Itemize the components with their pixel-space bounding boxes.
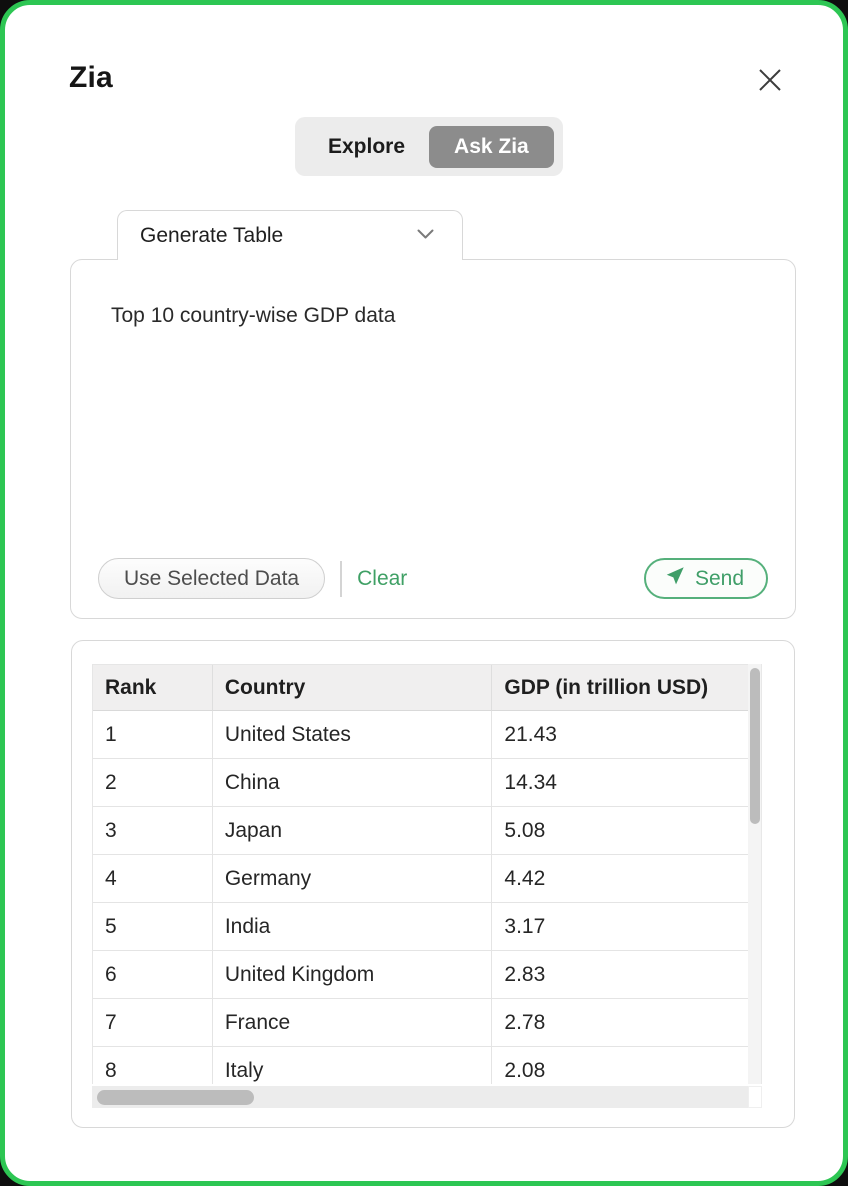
table-cell: 2.78 — [492, 999, 748, 1047]
result-table: Rank Country GDP (in trillion USD) 1Unit… — [92, 664, 762, 1111]
close-button[interactable] — [753, 65, 787, 99]
table-cell: France — [213, 999, 493, 1047]
table-cell: 5 — [93, 903, 213, 951]
horizontal-scrollbar-thumb[interactable] — [97, 1090, 254, 1105]
send-button[interactable]: Send — [644, 558, 768, 599]
table-cell: 2.83 — [492, 951, 748, 999]
chevron-down-icon — [417, 227, 434, 245]
table-cell: 14.34 — [492, 759, 748, 807]
table-cell: 2 — [93, 759, 213, 807]
table-cell: 8 — [93, 1047, 213, 1084]
table-cell: Italy — [213, 1047, 493, 1084]
table-row: 3Japan5.08 — [93, 807, 748, 855]
table-header-row: Rank Country GDP (in trillion USD) — [93, 665, 748, 711]
table-row: 6United Kingdom2.83 — [93, 951, 748, 999]
table-scroll-area: Rank Country GDP (in trillion USD) 1Unit… — [92, 664, 748, 1084]
table-cell: 4.42 — [492, 855, 748, 903]
actions-divider — [340, 561, 342, 597]
use-selected-data-button[interactable]: Use Selected Data — [98, 558, 325, 599]
result-table-card: Rank Country GDP (in trillion USD) 1Unit… — [71, 640, 795, 1128]
table-cell: China — [213, 759, 493, 807]
table-row: 1United States21.43 — [93, 711, 748, 759]
mode-dropdown[interactable]: Generate Table — [117, 210, 463, 260]
table-cell: 21.43 — [492, 711, 748, 759]
table-cell: 5.08 — [492, 807, 748, 855]
table-header-rank: Rank — [93, 665, 213, 711]
table-row: 5India3.17 — [93, 903, 748, 951]
vertical-scrollbar[interactable] — [748, 664, 762, 1084]
close-icon — [755, 65, 785, 100]
table-cell: 2.08 — [492, 1047, 748, 1084]
scrollbar-corner — [748, 1086, 762, 1108]
table-row: 4Germany4.42 — [93, 855, 748, 903]
table-header-country: Country — [213, 665, 493, 711]
table-cell: Japan — [213, 807, 493, 855]
table-header-gdp: GDP (in trillion USD) — [492, 665, 748, 711]
prompt-actions: Use Selected Data Clear Send — [98, 558, 768, 599]
send-icon — [664, 565, 686, 593]
table-body: 1United States21.432China14.343Japan5.08… — [93, 711, 748, 1084]
table-cell: India — [213, 903, 493, 951]
table-cell: 3.17 — [492, 903, 748, 951]
tab-explore[interactable]: Explore — [304, 135, 429, 159]
prompt-input[interactable]: Top 10 country-wise GDP data — [111, 304, 395, 328]
table-cell: 6 — [93, 951, 213, 999]
table-cell: 4 — [93, 855, 213, 903]
table-cell: 3 — [93, 807, 213, 855]
page-title: Zia — [69, 61, 113, 95]
table-cell: United Kingdom — [213, 951, 493, 999]
horizontal-scrollbar[interactable] — [92, 1086, 748, 1108]
table-row: 2China14.34 — [93, 759, 748, 807]
table-row: 8Italy2.08 — [93, 1047, 748, 1084]
tab-ask-zia[interactable]: Ask Zia — [429, 126, 554, 168]
table-cell: 1 — [93, 711, 213, 759]
explore-askzia-toggle: Explore Ask Zia — [295, 117, 563, 176]
vertical-scrollbar-thumb[interactable] — [750, 668, 760, 824]
table-cell: 7 — [93, 999, 213, 1047]
zia-panel: Zia Explore Ask Zia Generate Table Top 1… — [0, 0, 848, 1186]
clear-button[interactable]: Clear — [357, 567, 407, 591]
table-cell: United States — [213, 711, 493, 759]
mode-dropdown-value: Generate Table — [140, 224, 283, 248]
table-cell: Germany — [213, 855, 493, 903]
send-button-label: Send — [695, 567, 744, 591]
table-row: 7France2.78 — [93, 999, 748, 1047]
prompt-panel: Top 10 country-wise GDP data Use Selecte… — [70, 259, 796, 619]
